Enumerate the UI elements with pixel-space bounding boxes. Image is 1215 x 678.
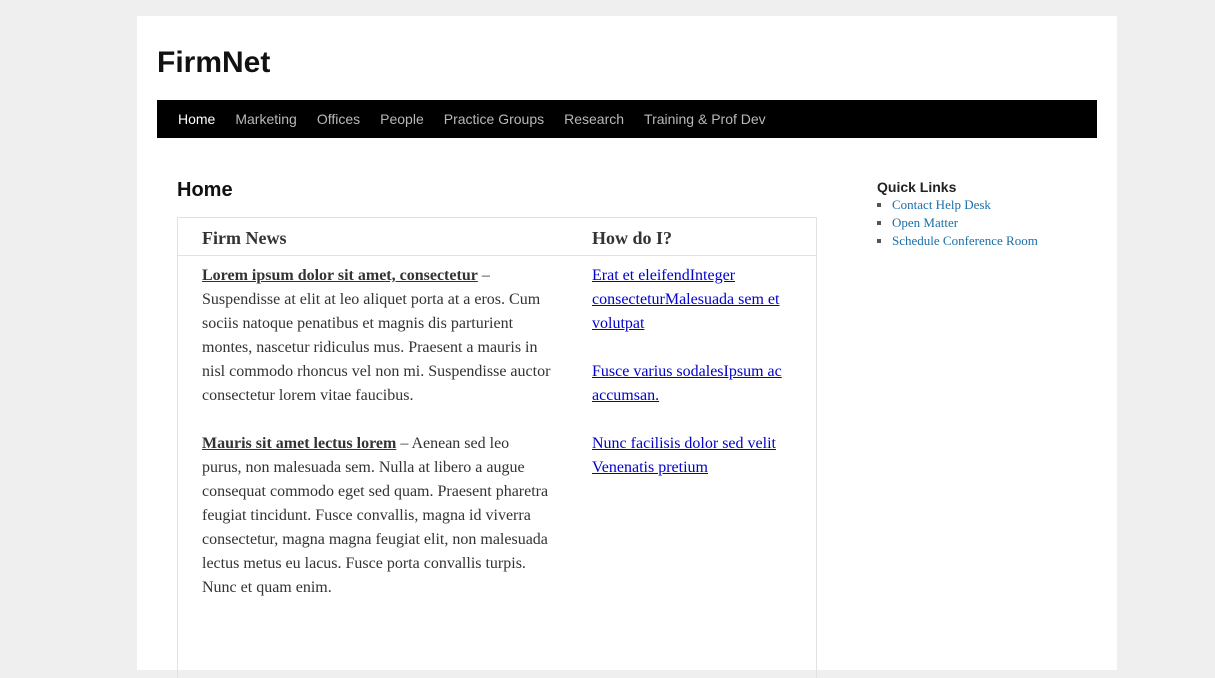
quick-links-list: Contact Help Desk Open Matter Schedule C… bbox=[877, 196, 1097, 250]
nav-item-practice-groups[interactable]: Practice Groups bbox=[434, 100, 554, 138]
news-item: Mauris sit amet lectus lorem – Aenean se… bbox=[202, 432, 552, 600]
quick-link-item: Contact Help Desk bbox=[892, 196, 1097, 214]
quick-links-heading: Quick Links bbox=[877, 179, 957, 195]
nav-item-people[interactable]: People bbox=[370, 100, 434, 138]
quick-link-open-matter[interactable]: Open Matter bbox=[892, 215, 958, 230]
how-do-i-list: Erat et eleifendInteger consecteturMales… bbox=[592, 264, 792, 504]
main-nav: Home Marketing Offices People Practice G… bbox=[157, 100, 1097, 138]
how-do-i-link[interactable]: Fusce varius sodalesIpsum ac accumsan. bbox=[592, 363, 782, 404]
news-item-title[interactable]: Lorem ipsum dolor sit amet, consectetur bbox=[202, 267, 478, 284]
site-title[interactable]: FirmNet bbox=[157, 45, 270, 81]
nav-item-research[interactable]: Research bbox=[554, 100, 634, 138]
firm-news-list: Lorem ipsum dolor sit amet, consectetur … bbox=[202, 264, 552, 624]
news-item: Lorem ipsum dolor sit amet, consectetur … bbox=[202, 264, 552, 408]
firm-news-heading: Firm News bbox=[202, 228, 287, 248]
nav-item-offices[interactable]: Offices bbox=[307, 100, 370, 138]
header-divider bbox=[178, 255, 816, 256]
content-table: Firm News How do I? Lorem ipsum dolor si… bbox=[177, 217, 817, 678]
sidebar: Quick Links Contact Help Desk Open Matte… bbox=[877, 178, 1097, 250]
quick-link-item: Open Matter bbox=[892, 214, 1097, 232]
nav-item-home[interactable]: Home bbox=[168, 100, 225, 138]
nav-item-marketing[interactable]: Marketing bbox=[225, 100, 306, 138]
quick-link-help-desk[interactable]: Contact Help Desk bbox=[892, 197, 991, 212]
how-do-i-heading: How do I? bbox=[592, 228, 673, 248]
news-item-body: – Suspendisse at elit at leo aliquet por… bbox=[202, 267, 551, 404]
how-do-i-link[interactable]: Nunc facilisis dolor sed velit Venenatis… bbox=[592, 435, 776, 476]
news-item-title[interactable]: Mauris sit amet lectus lorem bbox=[202, 435, 396, 452]
page-title: Home bbox=[177, 179, 233, 201]
nav-item-training[interactable]: Training & Prof Dev bbox=[634, 100, 776, 138]
how-do-i-link[interactable]: Erat et eleifendInteger consecteturMales… bbox=[592, 267, 779, 332]
quick-link-conference-room[interactable]: Schedule Conference Room bbox=[892, 233, 1038, 248]
quick-link-item: Schedule Conference Room bbox=[892, 232, 1097, 250]
page-container: FirmNet Home Marketing Offices People Pr… bbox=[137, 16, 1117, 678]
news-item-body: – Aenean sed leo purus, non malesuada se… bbox=[202, 435, 549, 596]
